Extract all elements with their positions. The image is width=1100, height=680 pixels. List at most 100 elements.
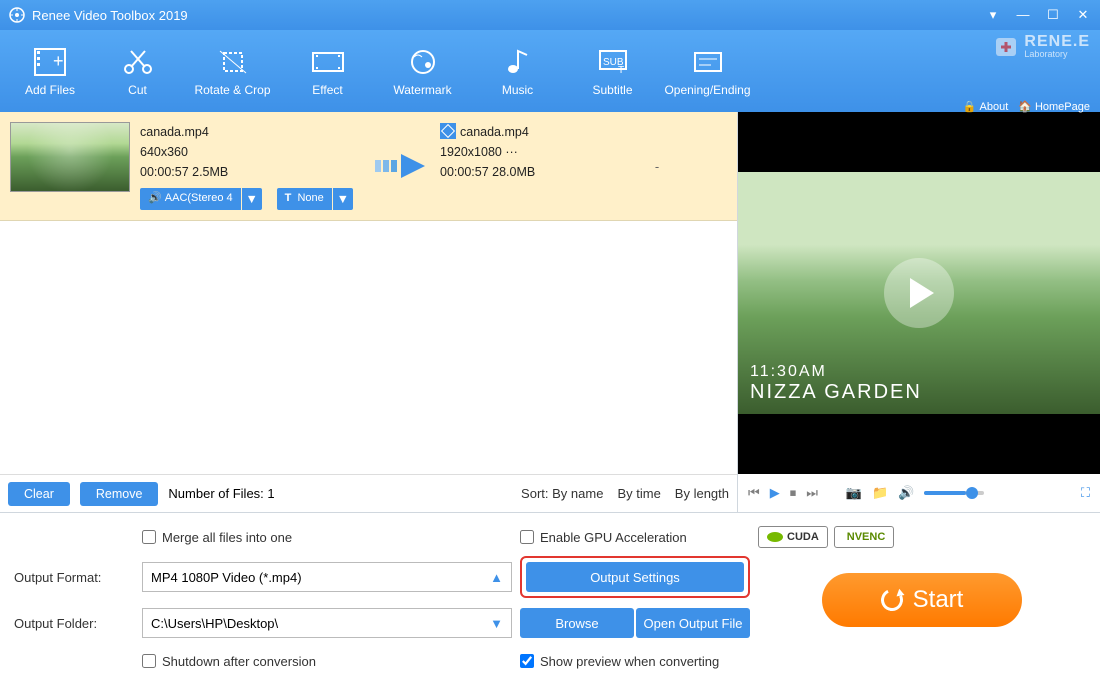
subtitle-track-select[interactable]: T None ▼ xyxy=(277,188,353,210)
fullscreen-icon[interactable]: ⛶ xyxy=(1081,485,1090,501)
refresh-icon xyxy=(878,586,906,614)
tool-opening-ending[interactable]: Opening/Ending xyxy=(660,41,755,101)
edit-icon[interactable] xyxy=(440,123,456,139)
text-icon: T xyxy=(285,190,292,208)
film-add-icon: + xyxy=(33,45,67,79)
output-folder-select[interactable]: C:\Users\HP\Desktop\ ▼ xyxy=(142,608,512,638)
destination-info: canada.mp4 1920x1080 ··· 00:00:57 28.0MB xyxy=(440,122,577,210)
video-preview[interactable]: 11:30AM NIZZA GARDEN xyxy=(738,112,1100,474)
nvidia-eye-icon xyxy=(767,532,783,542)
subtitle-icon: SUBT xyxy=(596,45,630,79)
music-note-icon xyxy=(501,45,535,79)
dest-resolution: 1920x1080 ··· xyxy=(440,142,577,162)
app-title: Renee Video Toolbox 2019 xyxy=(32,8,188,23)
prev-icon[interactable]: ⏮ xyxy=(748,485,760,501)
filmstrip-icon xyxy=(311,45,345,79)
chevron-up-icon: ▲ xyxy=(490,570,503,585)
tool-cut[interactable]: Cut xyxy=(90,41,185,101)
minimize-icon[interactable]: — xyxy=(1014,7,1032,23)
file-list-column: canada.mp4 640x360 00:00:57 2.5MB 🔊 AAC(… xyxy=(0,112,738,512)
scissors-icon xyxy=(121,45,155,79)
svg-text:+: + xyxy=(53,51,64,71)
output-format-label: Output Format: xyxy=(14,570,134,585)
svg-text:T: T xyxy=(618,65,624,76)
clear-button[interactable]: Clear xyxy=(8,482,70,506)
main-toolbar: + Add Files Cut Rotate & Crop Effect Wat… xyxy=(0,30,1100,112)
tool-effect[interactable]: Effect xyxy=(280,41,375,101)
sort-by-name[interactable]: By name xyxy=(552,486,603,501)
crop-icon xyxy=(216,45,250,79)
video-thumbnail xyxy=(10,122,130,192)
tool-label: Subtitle xyxy=(592,83,632,97)
progress-placeholder: - xyxy=(587,159,727,174)
tool-label: Opening/Ending xyxy=(664,83,750,97)
source-info: canada.mp4 640x360 00:00:57 2.5MB 🔊 AAC(… xyxy=(140,122,360,210)
content-area: canada.mp4 640x360 00:00:57 2.5MB 🔊 AAC(… xyxy=(0,112,1100,512)
open-output-button[interactable]: Open Output File xyxy=(636,608,750,638)
list-strip: Clear Remove Number of Files: 1 Sort: By… xyxy=(0,474,737,512)
sort-by-time[interactable]: By time xyxy=(617,486,660,501)
close-icon[interactable]: ✕ xyxy=(1074,7,1092,23)
brand-sub: Laboratory xyxy=(1024,50,1090,59)
cuda-badge: CUDA xyxy=(758,526,828,548)
volume-icon[interactable]: 🔊 xyxy=(898,485,914,501)
play-overlay-button[interactable] xyxy=(884,258,954,328)
shutdown-checkbox[interactable]: Shutdown after conversion xyxy=(142,654,512,669)
output-settings-highlight: Output Settings xyxy=(520,556,750,598)
player-controls: ⏮ ▶ ⏹ ⏭ 📷 📁 🔊 ⛶ xyxy=(738,474,1100,512)
brand-box: RENE.E Laboratory 🔒About 🏠HomePage xyxy=(963,32,1090,110)
output-format-select[interactable]: MP4 1080P Video (*.mp4) ▲ xyxy=(142,562,512,592)
tool-label: Add Files xyxy=(25,83,75,97)
preview-column: 11:30AM NIZZA GARDEN ⏮ ▶ ⏹ ⏭ 📷 📁 🔊 ⛶ xyxy=(738,112,1100,512)
watermark-icon xyxy=(406,45,440,79)
audio-track-select[interactable]: 🔊 AAC(Stereo 4 ▼ xyxy=(140,188,262,210)
tool-label: Rotate & Crop xyxy=(194,83,270,97)
chevron-down-icon[interactable]: ▼ xyxy=(242,188,262,210)
tool-add-files[interactable]: + Add Files xyxy=(10,41,90,101)
tool-label: Cut xyxy=(128,83,147,97)
sort-by-length[interactable]: By length xyxy=(675,486,729,501)
show-preview-checkbox[interactable]: Show preview when converting xyxy=(520,654,750,669)
app-icon xyxy=(8,6,26,24)
stop-icon[interactable]: ⏹ xyxy=(790,485,797,501)
merge-checkbox[interactable]: Merge all files into one xyxy=(142,530,512,545)
next-icon[interactable]: ⏭ xyxy=(806,485,818,501)
output-folder-label: Output Folder: xyxy=(14,616,134,631)
tool-subtitle[interactable]: SUBT Subtitle xyxy=(565,41,660,101)
tool-watermark[interactable]: Watermark xyxy=(375,41,470,101)
file-count: Number of Files: 1 xyxy=(168,486,274,501)
tool-label: Music xyxy=(502,83,533,97)
tool-label: Watermark xyxy=(393,83,451,97)
open-folder-icon[interactable]: 📁 xyxy=(872,485,888,501)
tool-rotate-crop[interactable]: Rotate & Crop xyxy=(185,41,280,101)
sort-group: Sort: By name By time By length xyxy=(521,486,729,501)
chevron-down-icon[interactable]: ▼ xyxy=(333,188,353,210)
snapshot-icon[interactable]: 📷 xyxy=(846,485,862,501)
source-filename: canada.mp4 xyxy=(140,122,360,142)
chevron-down-icon: ▼ xyxy=(490,616,503,631)
settings-panel: Merge all files into one Enable GPU Acce… xyxy=(0,512,1100,680)
brand-cross-icon xyxy=(992,32,1020,60)
maximize-icon[interactable]: ☐ xyxy=(1044,7,1062,23)
title-card-icon xyxy=(691,45,725,79)
window-controls: ▾ — ☐ ✕ xyxy=(984,7,1092,23)
dropdown-caret-icon[interactable]: ▾ xyxy=(984,7,1002,23)
brand-name: RENE.E xyxy=(1024,34,1090,50)
gpu-checkbox[interactable]: Enable GPU Acceleration xyxy=(520,530,687,545)
dest-duration-size: 00:00:57 28.0MB xyxy=(440,162,577,182)
tool-music[interactable]: Music xyxy=(470,41,565,101)
browse-button[interactable]: Browse xyxy=(520,608,634,638)
speaker-icon: 🔊 xyxy=(148,190,162,208)
file-row[interactable]: canada.mp4 640x360 00:00:57 2.5MB 🔊 AAC(… xyxy=(0,112,737,221)
dest-filename: canada.mp4 xyxy=(460,125,529,139)
nvenc-badge: NVENC xyxy=(834,526,895,548)
conversion-arrow xyxy=(370,122,430,210)
app-window: Renee Video Toolbox 2019 ▾ — ☐ ✕ + Add F… xyxy=(0,0,1100,680)
arrow-right-icon xyxy=(375,154,425,178)
remove-button[interactable]: Remove xyxy=(80,482,159,506)
volume-slider[interactable] xyxy=(924,491,984,495)
source-resolution: 640x360 xyxy=(140,142,360,162)
play-icon[interactable]: ▶ xyxy=(770,485,780,501)
output-settings-button[interactable]: Output Settings xyxy=(526,562,744,592)
start-button[interactable]: Start xyxy=(822,573,1022,627)
